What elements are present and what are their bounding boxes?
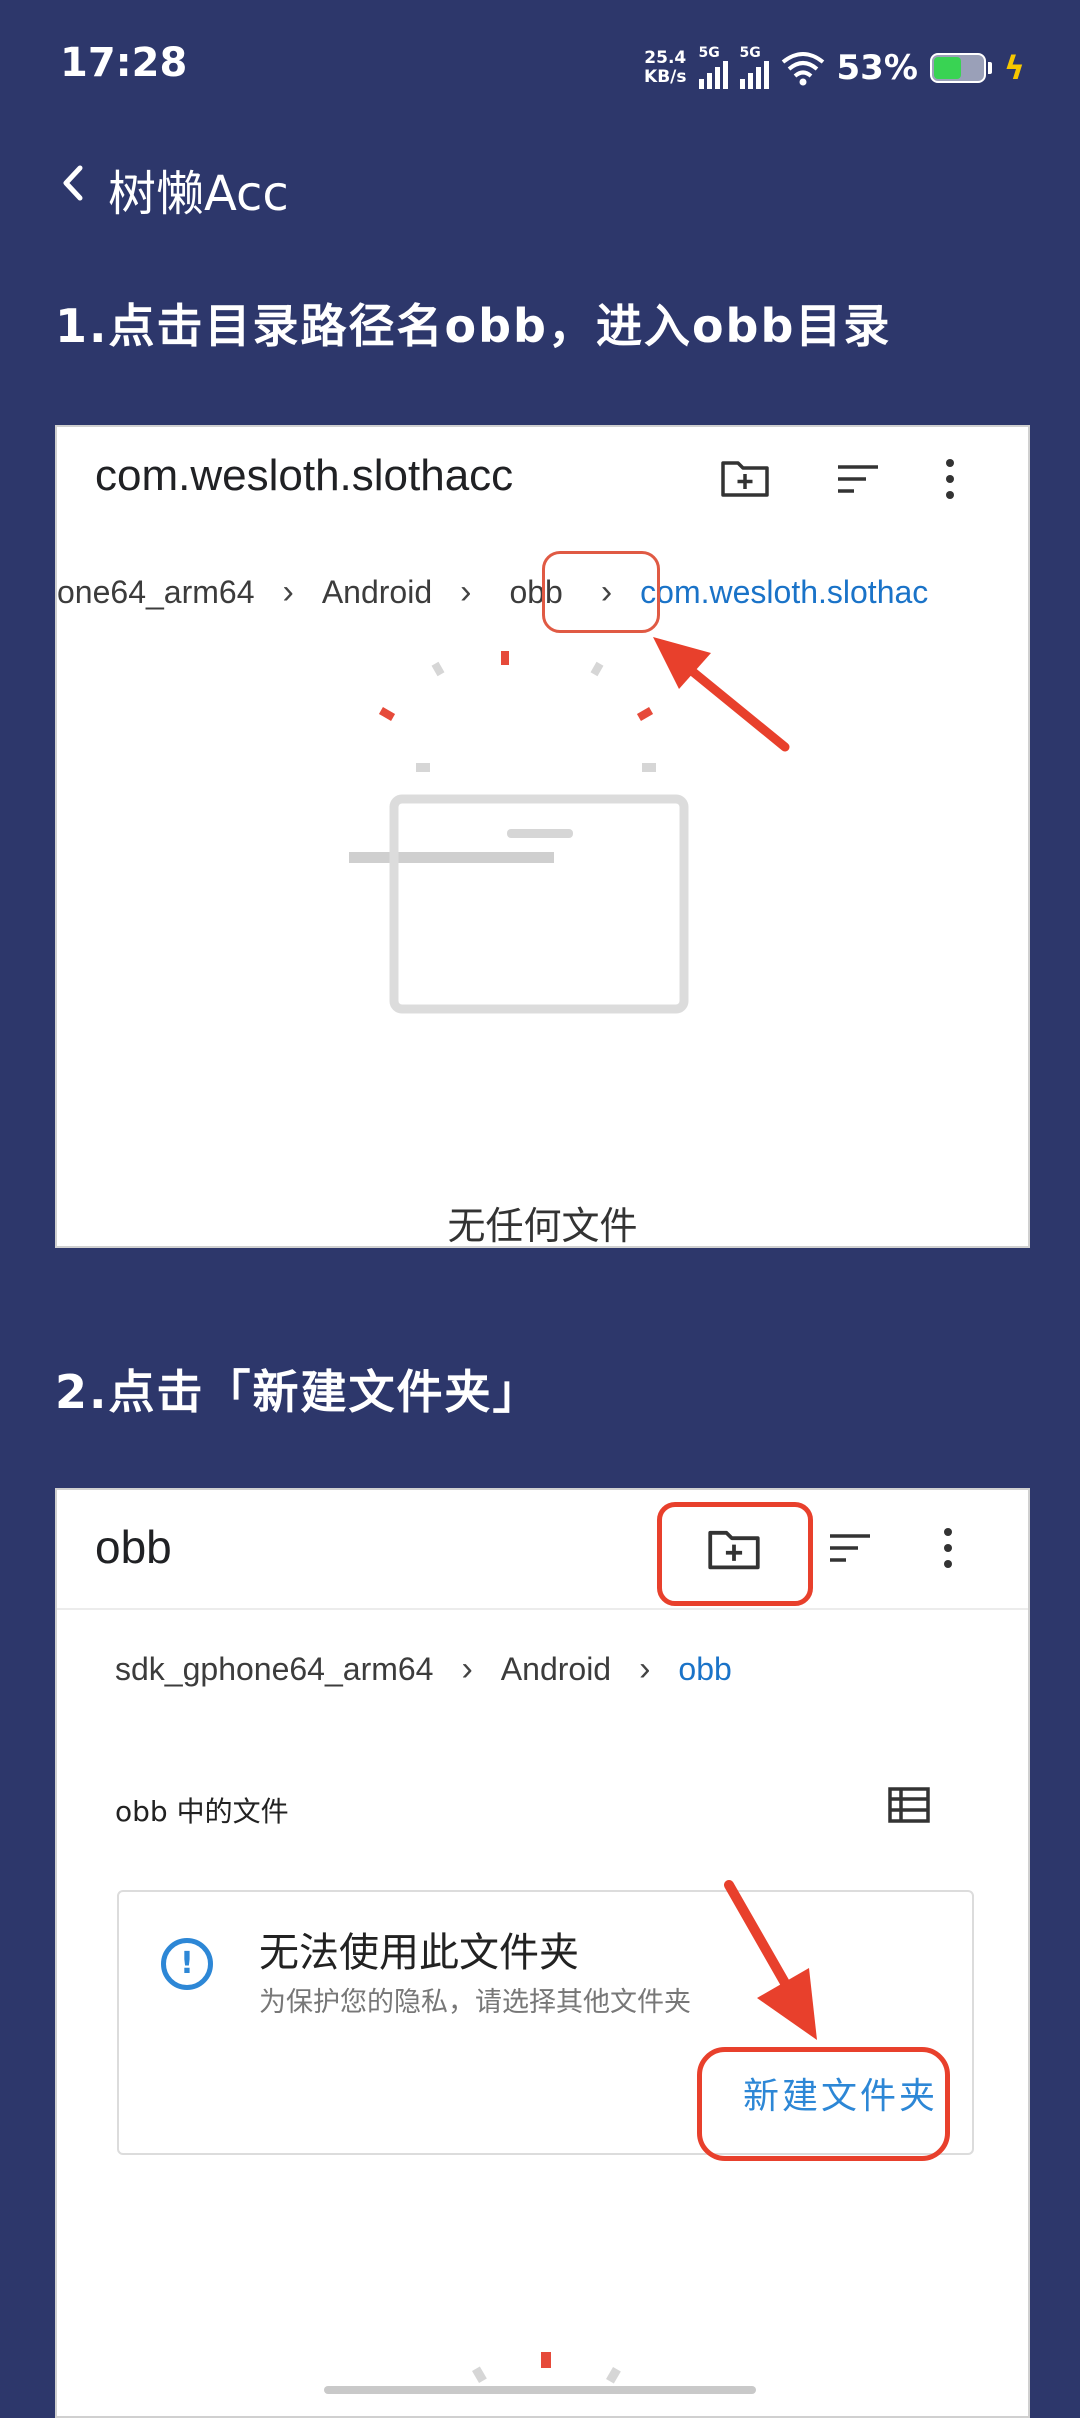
- signal-sim1-icon: 5G: [698, 45, 728, 89]
- status-time: 17:28: [60, 40, 188, 86]
- charging-icon: ϟ: [1003, 49, 1025, 87]
- step-1-screenshot: com.wesloth.slothacc one64_arm64 › Andro…: [55, 425, 1030, 1248]
- step-2-screenshot: obb sdk_gphone64_arm64 › Android › obb o…: [55, 1488, 1030, 2418]
- battery-percent: 53%: [836, 48, 918, 88]
- signal-sim2-icon: 5G: [739, 45, 769, 89]
- net-speed: 25.4 KB/s: [644, 48, 687, 87]
- chevron-left-icon[interactable]: [50, 158, 100, 208]
- status-bar: 17:28 25.4 KB/s 5G 5G 53% ϟ: [0, 0, 1080, 130]
- step-2-title: 2.点击「新建文件夹」: [55, 1365, 541, 1419]
- step-1-title: 1.点击目录路径名obb，进入obb目录: [55, 299, 892, 353]
- empty-text: 无任何文件: [447, 1204, 638, 1248]
- wifi-icon: [781, 52, 824, 86]
- home-indicator[interactable]: [324, 2386, 756, 2394]
- app-bar: 树懒Acc: [0, 140, 1080, 230]
- arrow-annotation: [472, 1880, 817, 2384]
- battery-icon: [929, 53, 986, 83]
- status-icons: 25.4 KB/s 5G 5G 53% ϟ: [644, 38, 1025, 98]
- empty-folder-illustration: [349, 637, 790, 1014]
- app-title: 树懒Acc: [108, 166, 289, 222]
